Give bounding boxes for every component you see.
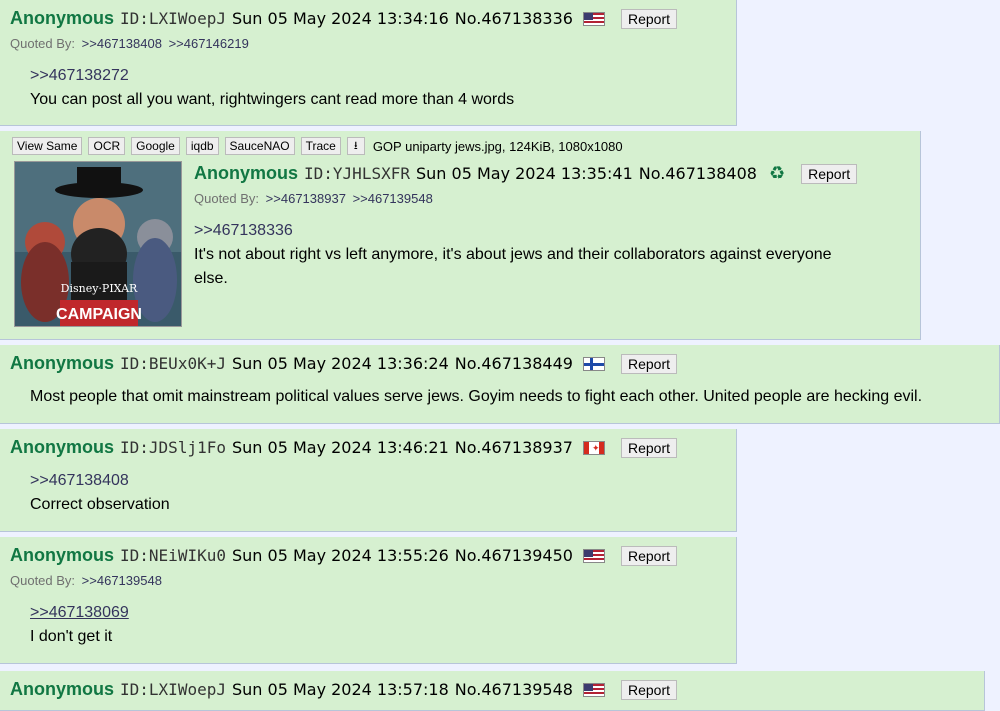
post-text: else. <box>194 270 228 287</box>
thumb-logo-text: Disney·PIXAR <box>61 282 138 295</box>
view-same-button[interactable]: View Same <box>12 137 83 155</box>
poster-name: Anonymous <box>10 437 115 457</box>
post-datetime: Sun 05 May 2024 13:46:21 <box>231 438 449 457</box>
post-header: Anonymous ID:LXIWoepJ Sun 05 May 2024 13… <box>10 8 677 29</box>
google-button[interactable]: Google <box>131 137 180 155</box>
quote-link[interactable]: >>467139548 <box>353 191 433 206</box>
poster-name: Anonymous <box>10 545 115 565</box>
post-text: I don't get it <box>30 628 113 645</box>
us-flag-icon <box>582 682 605 697</box>
poster-id[interactable]: ID:YJHLSXFR <box>304 164 410 183</box>
quote-link[interactable]: >>467138069 <box>30 601 129 625</box>
post-datetime: Sun 05 May 2024 13:34:16 <box>231 9 449 28</box>
canada-flag-icon: ✦ <box>582 440 605 455</box>
post-467138449: Anonymous ID:BEUx0K+J Sun 05 May 2024 13… <box>0 345 1000 424</box>
post-number[interactable]: No.467138336 <box>455 9 573 28</box>
post-datetime: Sun 05 May 2024 13:36:24 <box>231 354 449 373</box>
post-number[interactable]: No.467139548 <box>455 680 573 699</box>
post-header: Anonymous ID:JDSlj1Fo Sun 05 May 2024 13… <box>10 437 677 458</box>
post-datetime: Sun 05 May 2024 13:55:26 <box>231 546 449 565</box>
post-header: Anonymous ID:NEiWIKu0 Sun 05 May 2024 13… <box>10 545 677 566</box>
quoted-by: Quoted By: >>467138937 >>467139548 <box>194 191 433 206</box>
post-467138937: Anonymous ID:JDSlj1Fo Sun 05 May 2024 13… <box>0 429 737 532</box>
post-body: >>467138408 Correct observation <box>30 469 170 517</box>
quoted-by-label: Quoted By: <box>194 191 260 206</box>
trace-button[interactable]: Trace <box>300 137 341 155</box>
post-header: Anonymous ID:LXIWoepJ Sun 05 May 2024 13… <box>10 679 677 700</box>
quoted-by-label: Quoted By: <box>10 36 76 51</box>
quoted-by: Quoted By: >>467138408 >>467146219 <box>10 36 249 51</box>
download-icon[interactable]: ⭳ <box>346 137 365 155</box>
post-number[interactable]: No.467138408 <box>639 164 757 183</box>
post-header: Anonymous ID:BEUx0K+J Sun 05 May 2024 13… <box>10 353 677 374</box>
post-thumbnail[interactable]: Disney·PIXAR CAMPAIGN <box>14 161 182 327</box>
quoted-by: Quoted By: >>467139548 <box>10 573 162 588</box>
quote-link[interactable]: >>467138408 <box>82 36 162 51</box>
poster-id[interactable]: ID:LXIWoepJ <box>120 9 226 28</box>
post-body: Most people that omit mainstream politic… <box>30 385 922 409</box>
poster-name: Anonymous <box>10 8 115 28</box>
quote-link[interactable]: >>467139548 <box>82 573 162 588</box>
file-info: View Same OCR Google iqdb SauceNAO Trace… <box>12 137 623 155</box>
quote-link[interactable]: >>467138336 <box>194 219 832 243</box>
poster-id[interactable]: ID:NEiWIKu0 <box>120 546 226 565</box>
post-number[interactable]: No.467139450 <box>455 546 573 565</box>
quote-link[interactable]: >>467146219 <box>169 36 249 51</box>
thumb-caption-text: CAMPAIGN <box>56 306 142 323</box>
quote-link[interactable]: >>467138937 <box>266 191 346 206</box>
post-text: Most people that omit mainstream politic… <box>30 388 923 405</box>
saucenao-button[interactable]: SauceNAO <box>224 137 295 155</box>
poster-name: Anonymous <box>10 679 115 699</box>
post-number[interactable]: No.467138449 <box>455 354 573 373</box>
report-button[interactable]: Report <box>620 8 677 29</box>
post-text: You can post all you want, rightwingers … <box>30 91 515 108</box>
iqdb-button[interactable]: iqdb <box>185 137 219 155</box>
report-button[interactable]: Report <box>620 545 677 566</box>
quote-link[interactable]: >>467138272 <box>30 64 514 88</box>
post-header: Anonymous ID:YJHLSXFR Sun 05 May 2024 13… <box>194 163 858 184</box>
file-name[interactable]: GOP uniparty jews.jpg, 124KiB, 1080x1080 <box>373 139 623 154</box>
poster-id[interactable]: ID:LXIWoepJ <box>120 680 226 699</box>
quoted-by-label: Quoted By: <box>10 573 76 588</box>
post-number[interactable]: No.467138937 <box>455 438 573 457</box>
poster-id[interactable]: ID:BEUx0K+J <box>120 354 226 373</box>
us-flag-icon <box>582 548 605 563</box>
finland-flag-icon <box>582 356 605 371</box>
post-467138336: Anonymous ID:LXIWoepJ Sun 05 May 2024 13… <box>0 0 737 126</box>
post-body: >>467138336 It's not about right vs left… <box>194 219 832 291</box>
poster-name: Anonymous <box>194 163 299 183</box>
post-467139548: Anonymous ID:LXIWoepJ Sun 05 May 2024 13… <box>0 671 985 711</box>
post-467138408: View Same OCR Google iqdb SauceNAO Trace… <box>0 131 921 340</box>
post-body: >>467138272 You can post all you want, r… <box>30 64 514 112</box>
post-body: >>467138069 I don't get it <box>30 601 129 649</box>
post-datetime: Sun 05 May 2024 13:57:18 <box>231 680 449 699</box>
post-text: It's not about right vs left anymore, it… <box>194 246 832 263</box>
us-flag-icon <box>582 11 605 26</box>
report-button[interactable]: Report <box>620 437 677 458</box>
poster-name: Anonymous <box>10 353 115 373</box>
quote-link[interactable]: >>467138408 <box>30 469 170 493</box>
thumbnail-image: Disney·PIXAR CAMPAIGN <box>15 162 181 326</box>
report-button[interactable]: Report <box>801 163 858 184</box>
post-datetime: Sun 05 May 2024 13:35:41 <box>415 164 633 183</box>
report-button[interactable]: Report <box>620 679 677 700</box>
post-467139450: Anonymous ID:NEiWIKu0 Sun 05 May 2024 13… <box>0 537 737 664</box>
post-text: Correct observation <box>30 496 170 513</box>
poster-id[interactable]: ID:JDSlj1Fo <box>120 438 226 457</box>
recycle-icon: ♻ <box>768 163 786 183</box>
report-button[interactable]: Report <box>620 353 677 374</box>
ocr-button[interactable]: OCR <box>88 137 126 155</box>
